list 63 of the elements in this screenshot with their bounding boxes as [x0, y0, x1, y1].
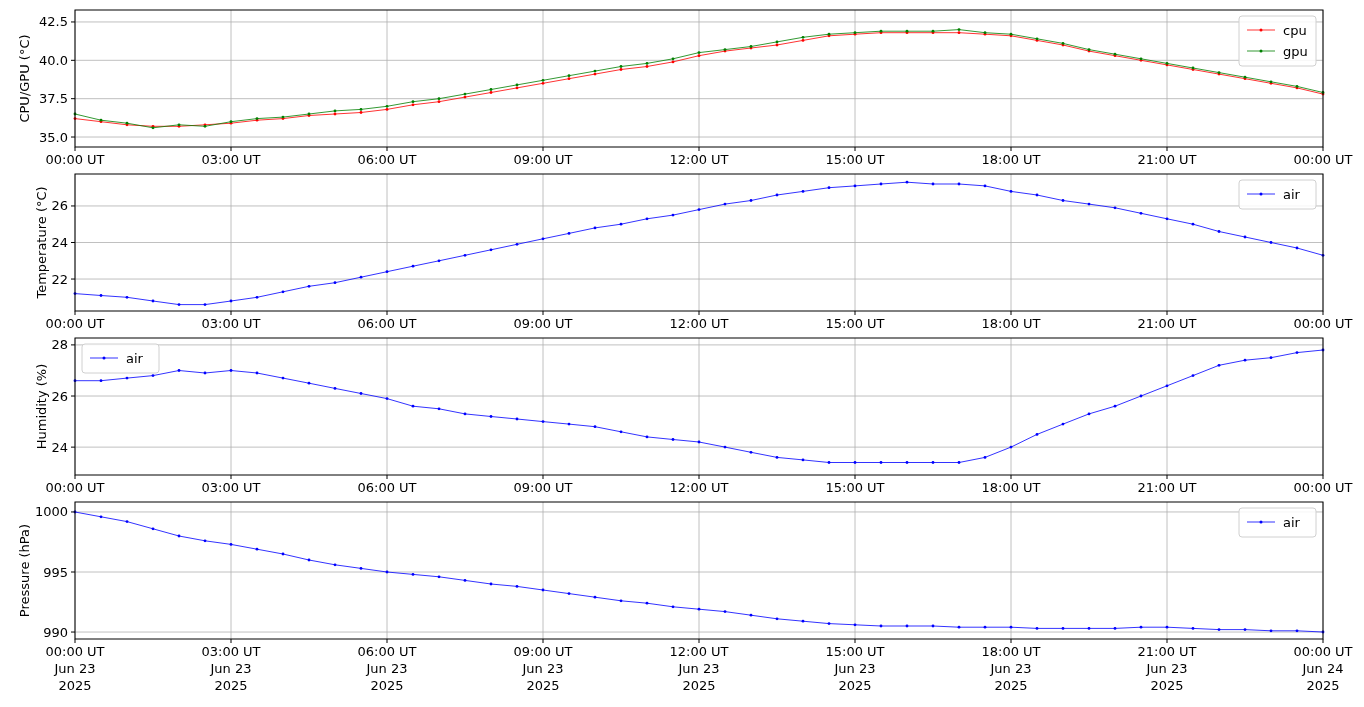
tick-label: 995 — [43, 564, 68, 580]
tick-label: 15:00 UT Jun 23 2025 — [825, 644, 885, 693]
tick-label: 06:00 UT Jun 23 2025 — [357, 644, 417, 693]
tick-label: 1000 — [34, 504, 68, 520]
tick-label: 09:00 UT — [513, 480, 573, 492]
tick-label: 12:00 UT — [669, 152, 729, 164]
tick-label: 00:00 UT — [45, 480, 105, 492]
tick-label: 18:00 UT — [981, 152, 1041, 164]
tick-label: 22 — [51, 271, 68, 287]
tick-label: 00:00 UT — [45, 152, 105, 164]
tick-label: 06:00 UT — [357, 316, 417, 328]
axis-title: Pressure (hPa) — [17, 523, 32, 618]
legend-swatch-icon — [89, 356, 119, 360]
tick-label: 03:00 UT Jun 23 2025 — [201, 644, 261, 693]
tick-label: 24 — [51, 439, 68, 455]
tick-label: 40.0 — [39, 52, 68, 68]
legend-swatch-icon — [1246, 49, 1276, 53]
legend-label: air — [1283, 186, 1300, 202]
tick-label: 15:00 UT — [825, 152, 885, 164]
legend-label: cpu — [1283, 22, 1307, 38]
tick-label: 15:00 UT — [825, 316, 885, 328]
tick-label: 09:00 UT Jun 23 2025 — [513, 644, 573, 693]
tick-label: 37.5 — [39, 91, 68, 107]
legend-label: gpu — [1283, 43, 1308, 59]
axis-title: Humidity (%) — [34, 363, 49, 450]
tick-label: 00:00 UT — [1293, 480, 1353, 492]
tick-label: 00:00 UT Jun 23 2025 — [45, 644, 105, 693]
tick-label: 21:00 UT Jun 23 2025 — [1137, 644, 1197, 693]
tick-label: 42.5 — [39, 14, 68, 30]
tick-label: 21:00 UT — [1137, 152, 1197, 164]
tick-label: 12:00 UT — [669, 316, 729, 328]
tick-label: 12:00 UT — [669, 480, 729, 492]
axis-title: Temperature (°C) — [34, 186, 49, 299]
tick-label: 18:00 UT — [981, 316, 1041, 328]
tick-label: 12:00 UT Jun 23 2025 — [669, 644, 729, 693]
tick-label: 15:00 UT — [825, 480, 885, 492]
tick-label: 06:00 UT — [357, 152, 417, 164]
tick-label: 24 — [51, 235, 68, 250]
legend-swatch-icon — [1246, 28, 1276, 32]
tick-label: 990 — [43, 624, 68, 640]
tick-label: 28 — [51, 337, 68, 353]
axis-title: CPU/GPU (°C) — [17, 34, 32, 123]
tick-label: 18:00 UT Jun 23 2025 — [981, 644, 1041, 693]
legend-swatch-icon — [1246, 520, 1276, 524]
tick-label: 00:00 UT — [1293, 152, 1353, 164]
tick-label: 00:00 UT — [45, 316, 105, 328]
legend-label: air — [126, 350, 143, 366]
tick-label: 06:00 UT — [357, 480, 417, 492]
legend-label: air — [1283, 514, 1300, 530]
tick-label: 21:00 UT — [1137, 316, 1197, 328]
tick-label: 35.0 — [39, 129, 68, 145]
legend-swatch-icon — [1246, 192, 1276, 196]
tick-label: 26 — [51, 198, 68, 214]
tick-label: 00:00 UT Jun 24 2025 — [1293, 644, 1353, 693]
tick-label: 03:00 UT — [201, 152, 261, 164]
tick-label: 03:00 UT — [201, 316, 261, 328]
tick-label: 09:00 UT — [513, 316, 573, 328]
tick-label: 00:00 UT — [1293, 316, 1353, 328]
tick-label: 03:00 UT — [201, 480, 261, 492]
tick-label: 09:00 UT — [513, 152, 573, 164]
tick-label: 18:00 UT — [981, 480, 1041, 492]
tick-label: 26 — [51, 388, 68, 404]
tick-label: 21:00 UT — [1137, 480, 1197, 492]
